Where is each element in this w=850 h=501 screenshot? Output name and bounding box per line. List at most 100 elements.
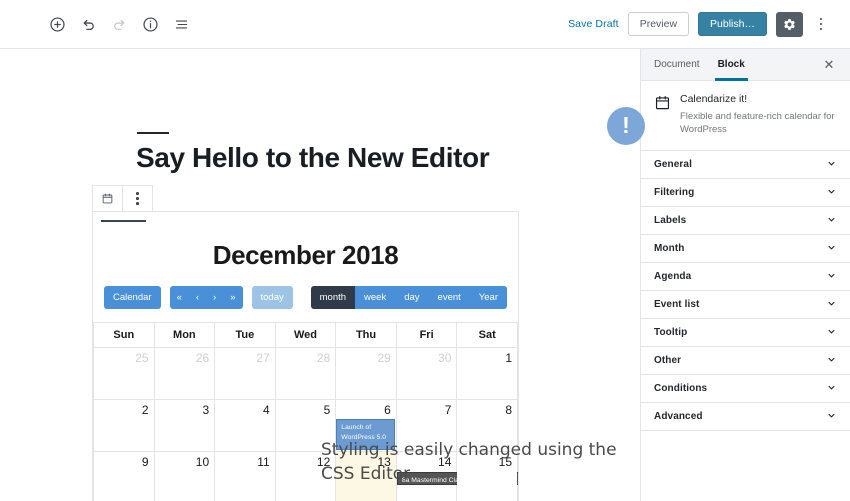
save-draft-button[interactable]: Save Draft bbox=[568, 18, 619, 30]
weekday-sun: Sun bbox=[93, 322, 155, 349]
exclamation-glyph: ! bbox=[622, 111, 630, 138]
top-toolbar-left-group bbox=[0, 13, 192, 35]
view-switcher-group: month week day event Year bbox=[310, 286, 507, 310]
sidebar-panel-conditions[interactable]: Conditions bbox=[641, 375, 850, 404]
block-navigation-icon[interactable] bbox=[170, 13, 192, 35]
calendar-day-cell[interactable]: 10 bbox=[153, 451, 216, 501]
calendar-week-row: 25 26 27 28 29 30 1 bbox=[93, 347, 518, 401]
calendar-icon[interactable] bbox=[93, 186, 122, 211]
sidebar-tabs: Document Block ✕ bbox=[641, 49, 850, 81]
weekday-tue: Tue bbox=[214, 322, 276, 349]
chevron-down-icon bbox=[826, 296, 837, 314]
top-toolbar-right-group: Save Draft Preview Publish… bbox=[568, 11, 850, 37]
tab-document[interactable]: Document bbox=[645, 49, 709, 81]
close-icon[interactable]: ✕ bbox=[816, 52, 842, 78]
redo-icon[interactable] bbox=[108, 13, 130, 35]
panel-label: Filtering bbox=[654, 187, 695, 199]
panel-label: Other bbox=[654, 355, 682, 367]
calendar-day-cell[interactable]: 25 bbox=[93, 347, 155, 401]
calendar-day-cell[interactable]: 29 bbox=[335, 347, 397, 401]
publish-button[interactable]: Publish… bbox=[698, 11, 767, 37]
page-title[interactable]: Say Hello to the New Editor bbox=[136, 142, 490, 174]
panel-label: Conditions bbox=[654, 383, 708, 395]
chevron-down-icon bbox=[826, 324, 837, 342]
sidebar-panel-tooltip[interactable]: Tooltip bbox=[641, 319, 850, 348]
calendar-day-cell[interactable]: 27 bbox=[214, 347, 276, 401]
gutenberg-editor-window: Save Draft Preview Publish… Say Hello to… bbox=[0, 0, 850, 501]
chevron-down-icon bbox=[826, 268, 837, 286]
prev-month-button[interactable]: ‹ bbox=[188, 286, 207, 310]
panel-label: Event list bbox=[654, 299, 700, 311]
calendar-day-cell[interactable]: 28 bbox=[274, 347, 337, 401]
panel-label: Advanced bbox=[654, 411, 703, 423]
undo-icon[interactable] bbox=[77, 13, 99, 35]
sidebar-panel-advanced[interactable]: Advanced bbox=[641, 403, 850, 432]
view-year-button[interactable]: Year bbox=[469, 286, 507, 310]
calendar-day-cell[interactable]: 11 bbox=[214, 451, 276, 501]
sidebar-panel-agenda[interactable]: Agenda bbox=[641, 263, 850, 292]
editor-top-toolbar: Save Draft Preview Publish… bbox=[0, 0, 850, 49]
calendar-toolbar: Calendar « ‹ › » today month week day ev… bbox=[93, 286, 518, 310]
info-icon[interactable] bbox=[139, 13, 161, 35]
calendar-day-cell[interactable]: 9 bbox=[93, 451, 155, 501]
weekday-mon: Mon bbox=[153, 322, 216, 349]
settings-sidebar: Document Block ✕ Calendarize it! Flexibl… bbox=[640, 49, 850, 501]
panel-label: General bbox=[654, 159, 692, 171]
tab-block[interactable]: Block bbox=[709, 49, 754, 81]
prev-year-button[interactable]: « bbox=[169, 286, 189, 310]
calendar-day-cell[interactable]: 4 bbox=[214, 399, 276, 453]
chevron-down-icon bbox=[826, 240, 837, 258]
sidebar-panel-list: General Filtering Labels Month Agenda Ev… bbox=[641, 151, 850, 432]
sidebar-panel-labels[interactable]: Labels bbox=[641, 207, 850, 236]
kebab-menu-icon[interactable] bbox=[812, 13, 830, 35]
panel-label: Month bbox=[654, 243, 685, 255]
next-year-button[interactable]: » bbox=[223, 286, 243, 310]
calendar-button[interactable]: Calendar bbox=[104, 286, 161, 310]
editor-canvas: Say Hello to the New Editor December 201… bbox=[0, 49, 640, 501]
view-event-button[interactable]: event bbox=[428, 286, 470, 310]
instruction-caption: Styling is easily changed using the CSS … bbox=[321, 439, 617, 485]
block-toolbar bbox=[92, 185, 153, 211]
block-more-options-icon[interactable] bbox=[123, 186, 152, 211]
gear-icon[interactable] bbox=[776, 11, 803, 37]
block-title: Calendarize it! bbox=[680, 93, 748, 105]
calendar-day-cell[interactable]: 1 bbox=[456, 347, 518, 401]
view-day-button[interactable]: day bbox=[395, 286, 429, 310]
today-group: today bbox=[251, 286, 293, 310]
sidebar-panel-event-list[interactable]: Event list bbox=[641, 291, 850, 320]
view-week-button[interactable]: week bbox=[355, 286, 396, 310]
sidebar-panel-other[interactable]: Other bbox=[641, 347, 850, 376]
sidebar-panel-general[interactable]: General bbox=[641, 151, 850, 180]
block-description: Flexible and feature-rich calendar for W… bbox=[680, 110, 835, 136]
chevron-down-icon bbox=[826, 408, 837, 426]
calendar-icon bbox=[654, 94, 671, 137]
chevron-down-icon bbox=[826, 156, 837, 174]
sidebar-panel-month[interactable]: Month bbox=[641, 235, 850, 264]
calendar-day-cell[interactable]: 3 bbox=[153, 399, 216, 453]
calendar-weekday-header: Sun Mon Tue Wed Thu Fri Sat bbox=[93, 322, 518, 349]
calendar-view-group: Calendar bbox=[104, 286, 161, 310]
add-block-icon[interactable] bbox=[46, 13, 68, 35]
calendar-day-cell[interactable]: 26 bbox=[153, 347, 216, 401]
next-month-button[interactable]: › bbox=[206, 286, 224, 310]
calendar-day-cell[interactable]: 30 bbox=[395, 347, 458, 401]
calendar-nav-group: « ‹ › » bbox=[169, 286, 243, 310]
today-button[interactable]: today bbox=[251, 286, 293, 310]
day-number: 6 bbox=[384, 403, 391, 418]
view-month-button[interactable]: month bbox=[310, 286, 356, 310]
calendar-month-title: December 2018 bbox=[212, 240, 399, 270]
title-rule bbox=[137, 132, 169, 134]
panel-label: Agenda bbox=[654, 271, 692, 283]
weekday-thu: Thu bbox=[335, 322, 397, 349]
weekday-fri: Fri bbox=[395, 322, 458, 349]
chevron-down-icon bbox=[826, 380, 837, 398]
chevron-down-icon bbox=[826, 184, 837, 202]
calendar-day-cell[interactable]: 2 bbox=[93, 399, 155, 453]
panel-label: Labels bbox=[654, 215, 687, 227]
panel-label: Tooltip bbox=[654, 327, 688, 339]
exclamation-icon: ! bbox=[607, 107, 645, 145]
sidebar-panel-filtering[interactable]: Filtering bbox=[641, 179, 850, 208]
chevron-down-icon bbox=[826, 352, 837, 370]
weekday-wed: Wed bbox=[274, 322, 337, 349]
preview-button[interactable]: Preview bbox=[627, 11, 690, 37]
